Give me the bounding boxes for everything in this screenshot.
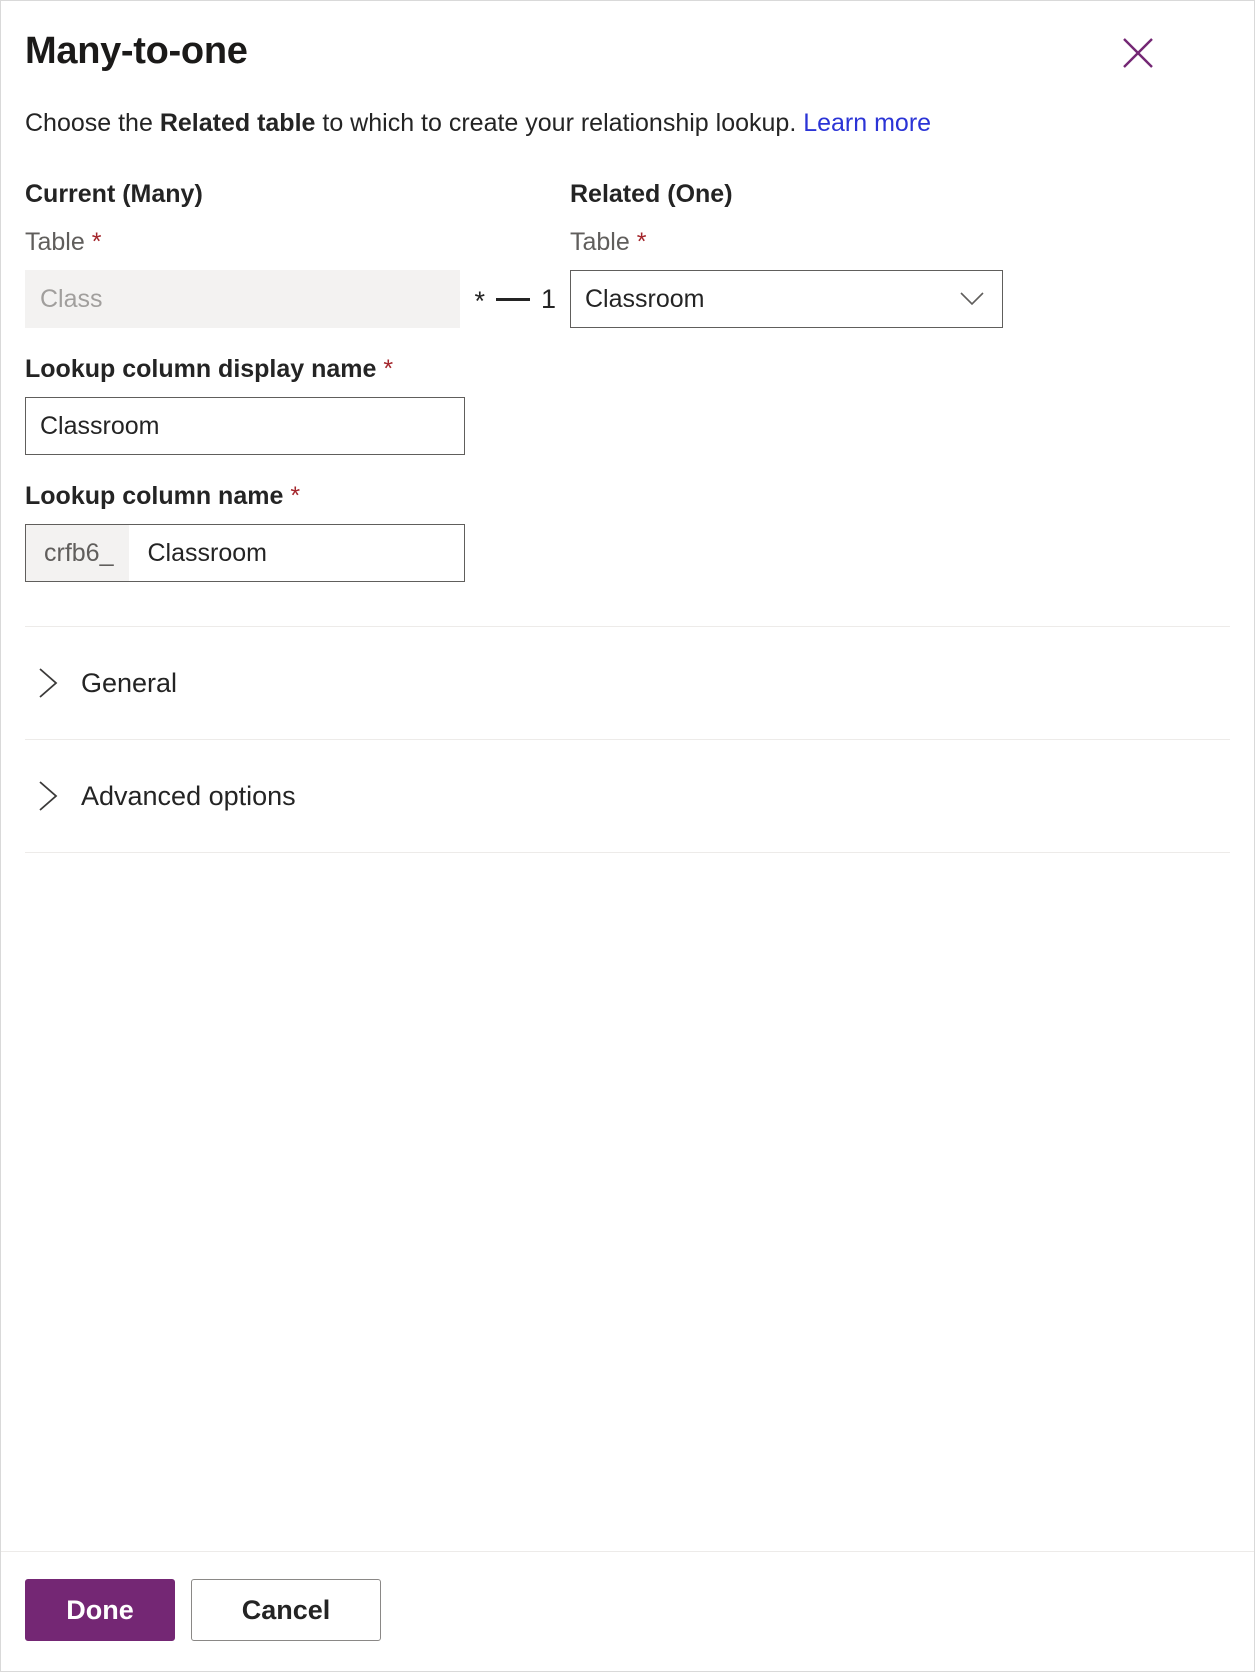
lookup-display-name-label-text: Lookup column display name	[25, 355, 377, 384]
many-to-one-dialog: Many-to-one Choose the Related table to …	[0, 0, 1255, 1672]
lookup-name-prefix: crfb6_	[26, 525, 130, 582]
lookup-display-name-field: Lookup column display name * Classroom	[25, 354, 1230, 456]
cardinality-one: 1	[540, 283, 556, 314]
lookup-display-name-input[interactable]: Classroom	[25, 397, 465, 456]
current-table-input: Class	[25, 270, 461, 329]
related-table-value: Classroom	[585, 284, 705, 313]
learn-more-link[interactable]: Learn more	[803, 109, 931, 137]
current-many-group: Current (Many) Table * Class * 1	[25, 179, 570, 329]
current-many-heading: Current (Many)	[25, 180, 203, 209]
section-general-label: General	[81, 667, 178, 698]
related-table-label-text: Table	[570, 228, 630, 257]
lookup-name-required-marker: *	[290, 482, 301, 511]
lookup-name-input-group: crfb6_ Classroom	[25, 524, 465, 583]
close-button[interactable]	[1116, 31, 1160, 75]
lookup-name-label: Lookup column name *	[25, 481, 1230, 511]
dialog-body: Current (Many) Table * Class * 1 Related…	[1, 139, 1254, 1551]
done-button[interactable]: Done	[25, 1579, 175, 1641]
chevron-down-icon	[960, 292, 984, 306]
current-table-label: Table *	[25, 227, 570, 257]
lookup-name-input[interactable]: Classroom	[129, 525, 464, 581]
current-table-required-marker: *	[91, 228, 102, 257]
section-advanced-options[interactable]: Advanced options	[25, 739, 1230, 854]
cancel-button[interactable]: Cancel	[191, 1579, 381, 1641]
current-table-label-text: Table	[25, 228, 85, 257]
section-advanced-options-label: Advanced options	[81, 780, 296, 811]
dialog-description: Choose the Related table to which to cre…	[1, 73, 1254, 140]
description-suffix: to which to create your relationship loo…	[315, 108, 804, 137]
description-prefix: Choose the	[25, 108, 160, 137]
current-table-row: Class * 1	[25, 270, 570, 329]
cardinality-many: *	[474, 285, 485, 316]
tables-row: Current (Many) Table * Class * 1 Related…	[25, 179, 1230, 329]
page-title: Many-to-one	[25, 30, 248, 72]
chevron-right-icon	[39, 668, 58, 698]
chevron-right-icon	[39, 781, 58, 811]
section-general[interactable]: General	[25, 626, 1230, 739]
cardinality-indicator: * 1	[474, 283, 556, 316]
related-one-heading: Related (One)	[570, 180, 733, 209]
lookup-name-field: Lookup column name * crfb6_ Classroom	[25, 481, 1230, 583]
cardinality-separator-icon	[495, 297, 530, 301]
lookup-name-label-text: Lookup column name	[25, 482, 284, 511]
description-emphasis: Related table	[159, 108, 316, 137]
related-table-label: Table *	[570, 227, 1230, 257]
collapsible-sections: General Advanced options	[25, 626, 1230, 854]
lookup-display-name-required-marker: *	[383, 355, 394, 384]
lookup-display-name-label: Lookup column display name *	[25, 354, 1230, 384]
related-one-group: Related (One) Table * Classroom	[570, 179, 1230, 329]
related-table-dropdown[interactable]: Classroom	[570, 270, 1003, 329]
dialog-footer: Done Cancel	[1, 1551, 1254, 1671]
related-table-required-marker: *	[636, 228, 647, 257]
close-icon	[1123, 38, 1153, 68]
dialog-header: Many-to-one	[1, 1, 1254, 73]
